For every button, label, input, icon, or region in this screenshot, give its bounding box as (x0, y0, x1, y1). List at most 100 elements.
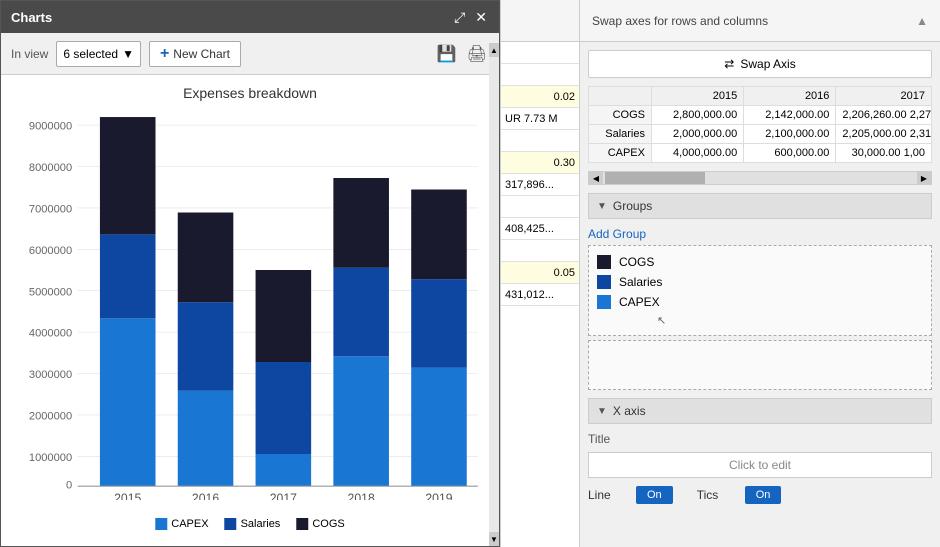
salaries-label: Salaries (241, 518, 281, 530)
groups-arrow-icon: ▼ (597, 201, 607, 212)
cell-4: UR 7.73 M (501, 108, 579, 130)
cell-9: 408,425... (501, 218, 579, 240)
spreadsheet-section: 0.02 UR 7.73 M 0.30 317,896... 408,425..… (500, 0, 580, 547)
close-button[interactable]: ✕ (473, 9, 489, 26)
group-item-salaries: Salaries (597, 272, 923, 292)
salaries-row-label: Salaries (589, 125, 652, 144)
scroll-down-arrow[interactable]: ▼ (489, 532, 499, 546)
chart-container: 9000000 8000000 7000000 6000000 5000000 … (11, 109, 489, 500)
dropdown-arrow-icon: ▼ (122, 47, 134, 61)
spreadsheet-cells: 0.02 UR 7.73 M 0.30 317,896... 408,425..… (501, 42, 579, 547)
capex-color (155, 518, 167, 530)
capex-group-color (597, 295, 611, 309)
svg-text:2018: 2018 (348, 491, 375, 500)
charts-title-area: Charts (11, 10, 52, 25)
charts-title: Charts (11, 10, 52, 25)
line-on-button[interactable]: On (636, 486, 673, 504)
new-chart-label: New Chart (173, 47, 230, 61)
chart-scrollbar[interactable]: ▲ ▼ (489, 43, 499, 546)
cell-3: 0.02 (501, 86, 579, 108)
legend-salaries: Salaries (225, 518, 281, 530)
col-2017: 2017 (836, 87, 932, 106)
tics-on-button[interactable]: On (745, 486, 782, 504)
x-axis-title: X axis (613, 404, 646, 418)
salaries-2017: 2,205,000.00 2,31 (836, 125, 932, 144)
hscroll-thumb[interactable] (605, 172, 705, 184)
table-row-capex: CAPEX 4,000,000.00 600,000.00 30,000.00 … (589, 144, 932, 163)
cell-8 (501, 196, 579, 218)
salaries-group-label: Salaries (619, 275, 662, 289)
cell-11: 0.05 (501, 262, 579, 284)
in-view-label: In view (11, 47, 48, 61)
col-2015: 2015 (651, 87, 743, 106)
svg-text:2015: 2015 (114, 491, 141, 500)
right-panel-header: Swap axes for rows and columns ▲ (580, 0, 940, 42)
capex-label: CAPEX (171, 518, 208, 530)
x-axis-arrow-icon: ▼ (597, 406, 607, 417)
cogs-2017: 2,206,260.00 2,27 (836, 106, 932, 125)
cell-2 (501, 64, 579, 86)
save-icon[interactable]: 💾 (435, 42, 459, 66)
cell-7: 317,896... (501, 174, 579, 196)
swap-axis-label: Swap Axis (740, 57, 795, 71)
new-chart-button[interactable]: + New Chart (149, 41, 241, 67)
capex-2015: 4,000,000.00 (651, 144, 743, 163)
group-item-cogs: COGS (597, 252, 923, 272)
selected-count: 6 selected (63, 47, 118, 61)
groups-section-header[interactable]: ▼ Groups (588, 193, 932, 219)
swap-axis-button[interactable]: ⇄ Swap Axis (588, 50, 932, 78)
bar-chart-svg: 9000000 8000000 7000000 6000000 5000000 … (11, 109, 489, 500)
charts-window: Charts ⤢ ✕ In view 6 selected ▼ + New Ch… (0, 0, 500, 547)
titlebar-icons: ⤢ ✕ (452, 9, 489, 26)
hscroll-left-arrow[interactable]: ◀ (589, 171, 603, 185)
capex-row-label: CAPEX (589, 144, 652, 163)
chart-legend: CAPEX Salaries COGS (155, 518, 344, 530)
spreadsheet-header (501, 0, 579, 42)
cogs-group-color (597, 255, 611, 269)
svg-text:5000000: 5000000 (29, 286, 72, 298)
cell-12: 431,012... (501, 284, 579, 306)
cogs-row-label: COGS (589, 106, 652, 125)
svg-text:2019: 2019 (425, 491, 452, 500)
svg-text:9000000: 9000000 (29, 121, 72, 133)
salaries-2015: 2,000,000.00 (651, 125, 743, 144)
scroll-up-arrow[interactable]: ▲ (489, 43, 499, 57)
svg-text:4000000: 4000000 (29, 328, 72, 340)
add-group-link[interactable]: Add Group (588, 223, 932, 245)
hscroll-right-arrow[interactable]: ▶ (917, 171, 931, 185)
svg-text:2000000: 2000000 (29, 410, 72, 422)
click-to-edit-btn[interactable]: Click to edit (588, 452, 932, 478)
plus-icon: + (160, 45, 169, 63)
swap-icon: ⇄ (724, 57, 734, 71)
data-table: 2015 2016 2017 COGS 2,800,000.00 2,142,0… (588, 86, 932, 163)
table-row-cogs: COGS 2,800,000.00 2,142,000.00 2,206,260… (589, 106, 932, 125)
charts-toolbar: In view 6 selected ▼ + New Chart 💾 🖨 (1, 33, 499, 75)
svg-text:0: 0 (66, 479, 72, 491)
cogs-2016: 2,142,000.00 (744, 106, 836, 125)
svg-text:8000000: 8000000 (29, 162, 72, 174)
maximize-button[interactable]: ⤢ (452, 9, 467, 26)
salaries-color (225, 518, 237, 530)
selected-dropdown[interactable]: 6 selected ▼ (56, 41, 141, 67)
cell-1 (501, 42, 579, 64)
axis-title-label: Title (588, 428, 932, 448)
col-empty (589, 87, 652, 106)
cell-10 (501, 240, 579, 262)
svg-text:3000000: 3000000 (29, 369, 72, 381)
capex-2017: 30,000.00 1,00 (836, 144, 932, 163)
cogs-2015: 2,800,000.00 (651, 106, 743, 125)
panel-scroll-up[interactable]: ▲ (916, 14, 928, 28)
groups-title: Groups (613, 199, 652, 213)
legend-cogs: COGS (296, 518, 344, 530)
svg-text:2016: 2016 (192, 491, 219, 500)
cogs-group-label: COGS (619, 255, 654, 269)
print-icon[interactable]: 🖨 (465, 42, 489, 66)
svg-text:2017: 2017 (270, 491, 297, 500)
svg-text:1000000: 1000000 (29, 452, 72, 464)
swap-axes-label: Swap axes for rows and columns (592, 14, 768, 28)
empty-drop-box (588, 340, 932, 390)
legend-capex: CAPEX (155, 518, 208, 530)
x-axis-section-header[interactable]: ▼ X axis (588, 398, 932, 424)
horizontal-scrollbar[interactable]: ◀ ▶ (588, 171, 932, 185)
col-2016: 2016 (744, 87, 836, 106)
